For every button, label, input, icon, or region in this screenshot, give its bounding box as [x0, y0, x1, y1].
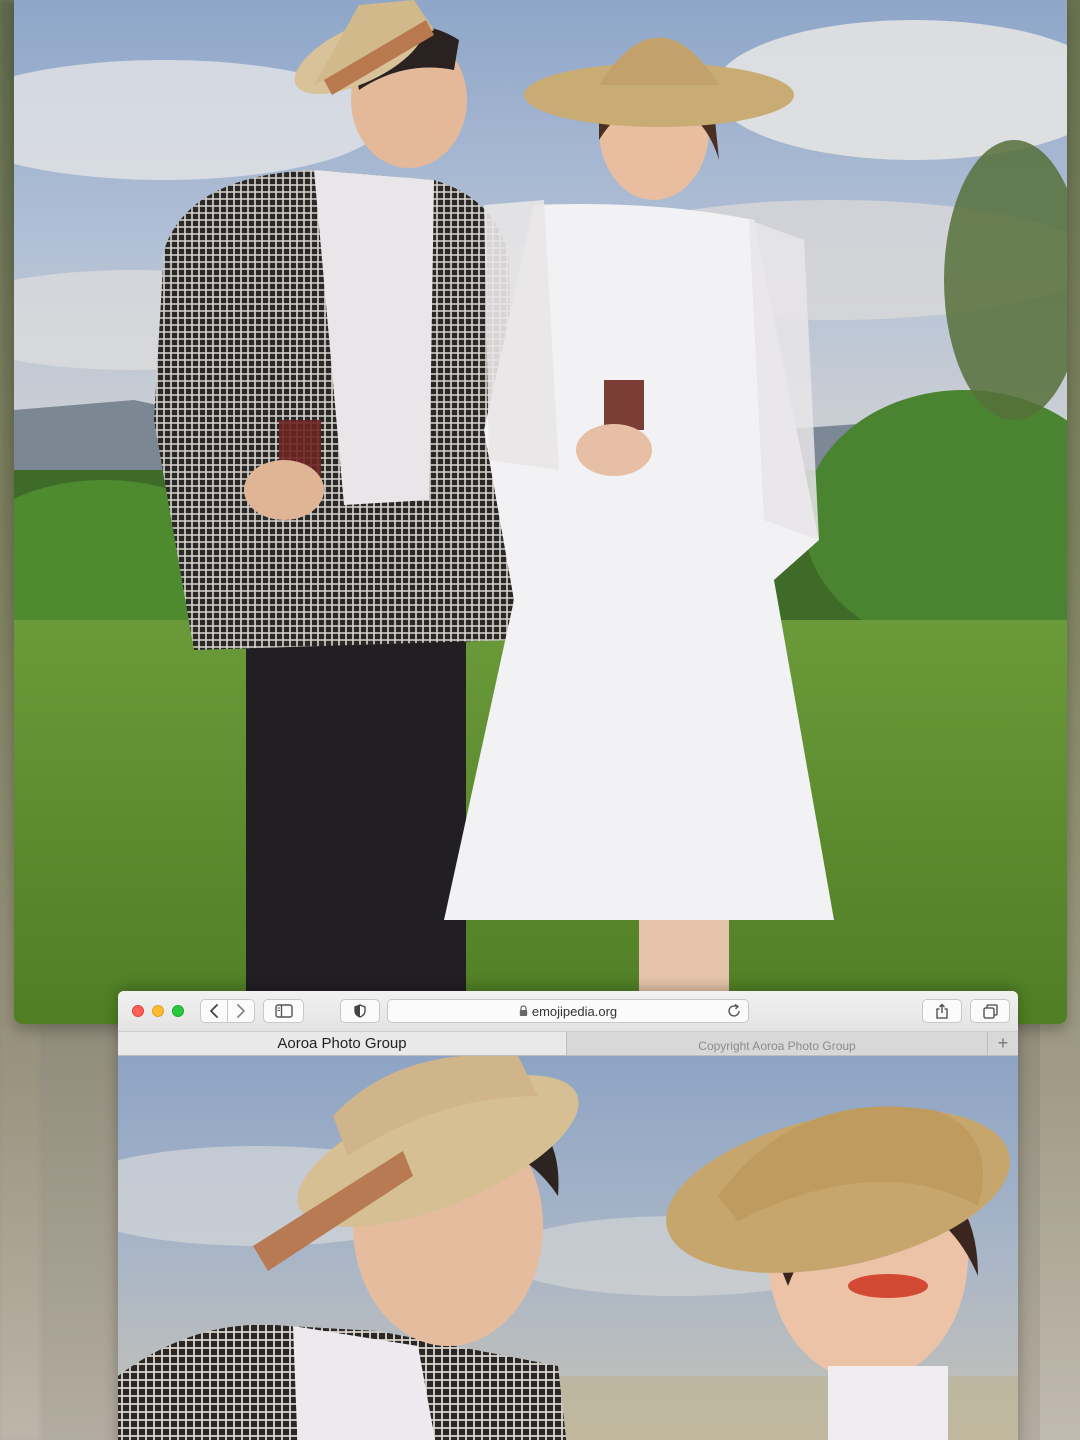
tab-aoroa-photo-group[interactable]: Aoroa Photo Group: [118, 1032, 567, 1055]
new-tab-button[interactable]: +: [987, 1032, 1018, 1055]
tab-label: Aoroa Photo Group: [277, 1035, 407, 1052]
reload-icon[interactable]: [726, 1003, 742, 1024]
shield-icon: [354, 1004, 366, 1018]
tab-label: Copyright Aoroa Photo Group: [698, 1038, 856, 1053]
close-window-button[interactable]: [132, 1005, 144, 1017]
tab-overview-button[interactable]: [970, 999, 1010, 1023]
wedding-couple-closeup-image: [118, 1056, 1018, 1440]
forward-button[interactable]: [228, 1000, 254, 1022]
tab-bar: Aoroa Photo Group Copyright Aoroa Photo …: [118, 1032, 1018, 1056]
address-bar[interactable]: emojipedia.org: [387, 999, 749, 1023]
browser-window: emojipedia.org Aoroa Photo Group Copyrig…: [118, 991, 1018, 1440]
tab-copyright[interactable]: Copyright Aoroa Photo Group: [567, 1032, 987, 1055]
plus-icon: +: [997, 1033, 1009, 1053]
share-button[interactable]: [922, 999, 962, 1023]
privacy-report-button[interactable]: [340, 999, 380, 1023]
page: emojipedia.org Aoroa Photo Group Copyrig…: [0, 0, 1080, 1440]
tabs-overview-icon: [982, 1003, 998, 1019]
zoom-window-button[interactable]: [172, 1005, 184, 1017]
page-content-photo: [118, 1056, 1018, 1440]
navigation-buttons: [200, 999, 255, 1023]
wedding-couple-walking-image: [14, 0, 1067, 1024]
lock-icon: [519, 1005, 528, 1017]
chevron-left-icon: [210, 1004, 218, 1018]
address-content: emojipedia.org: [388, 1000, 748, 1022]
browser-toolbar: emojipedia.org: [118, 991, 1018, 1032]
share-icon: [936, 1003, 948, 1019]
back-button[interactable]: [201, 1000, 227, 1022]
top-photo: [14, 0, 1067, 1024]
chevron-right-icon: [237, 1004, 245, 1018]
sidebar-icon: [274, 1004, 293, 1018]
address-text: emojipedia.org: [531, 1003, 618, 1019]
sidebar-toggle-button[interactable]: [263, 999, 304, 1023]
minimize-window-button[interactable]: [152, 1005, 164, 1017]
